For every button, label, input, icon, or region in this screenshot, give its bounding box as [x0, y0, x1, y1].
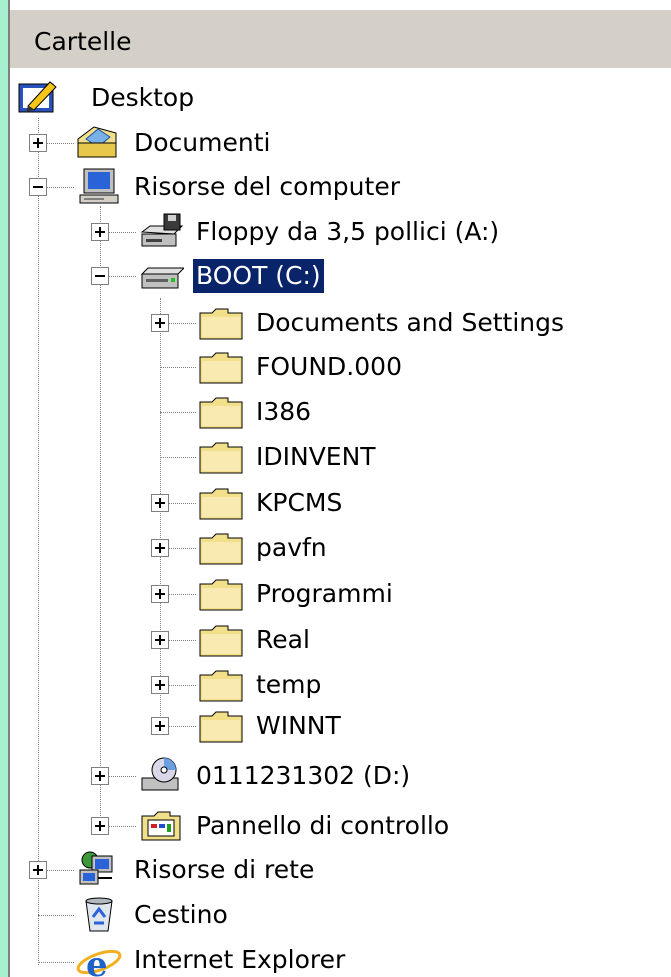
tree-item-folder[interactable]: Documents and Settings [198, 303, 668, 343]
tree-item-label: Internet Explorer [134, 945, 346, 974]
tree-item-folder[interactable]: Real [198, 620, 498, 660]
tree-line [38, 118, 39, 965]
tree-item-folder[interactable]: FOUND.000 [198, 347, 498, 387]
tree-item-label: Real [256, 625, 310, 654]
my-computer-icon [79, 168, 119, 204]
tree-item-label: I386 [256, 397, 312, 426]
tree-item-label: KPCMS [256, 488, 343, 517]
tree-item-folder[interactable]: pavfn [198, 528, 498, 568]
network-places-icon [79, 851, 113, 885]
tree-line [160, 412, 196, 413]
expand-toggle-winnt[interactable] [151, 717, 169, 735]
expand-toggle-cd-drive[interactable] [91, 767, 109, 785]
tree-item-label: pavfn [256, 533, 327, 562]
tree-item-label: Risorse del computer [134, 172, 400, 201]
tree-item-label-selected: BOOT (C:) [193, 259, 324, 293]
tree-item-folder[interactable]: temp [198, 665, 498, 705]
tree-item-pannello-controllo[interactable]: Pannello di controllo [138, 806, 538, 846]
tree-item-cd-drive[interactable]: 0111231302 (D:) [138, 756, 498, 796]
tree-line [160, 298, 161, 726]
tree-item-folder[interactable]: Programmi [198, 574, 498, 614]
tree-item-label: Documenti [134, 128, 271, 157]
tree-item-cestino[interactable]: Cestino [76, 895, 306, 935]
expand-toggle-pavfn[interactable] [151, 539, 169, 557]
folder-icon [199, 397, 243, 429]
tree-line [160, 367, 196, 368]
tree-item-desktop[interactable]: Desktop [16, 78, 246, 118]
expand-toggle-real[interactable] [151, 631, 169, 649]
tree-item-label: Documents and Settings [256, 308, 565, 337]
tree-item-label: IDINVENT [256, 442, 376, 471]
expand-toggle-floppy[interactable] [91, 223, 109, 241]
tree-item-risorse-computer[interactable]: Risorse del computer [76, 167, 476, 207]
folder-icon [199, 533, 243, 565]
tree-line [100, 206, 101, 830]
internet-explorer-icon: e [76, 945, 122, 977]
tree-item-folder[interactable]: IDINVENT [198, 437, 498, 477]
folder-icon [199, 488, 243, 520]
my-documents-icon [77, 126, 117, 158]
tree-line [38, 915, 74, 916]
expand-toggle-documenti[interactable] [29, 134, 47, 152]
tree-item-label: Risorse di rete [134, 855, 315, 884]
folder-icon [199, 711, 243, 743]
folder-icon [199, 579, 243, 611]
floppy-drive-icon [140, 213, 184, 247]
desktop-icon [18, 81, 57, 113]
collapse-toggle-boot[interactable] [91, 267, 109, 285]
tree-item-label: WINNT [256, 711, 341, 740]
expand-toggle-programmi[interactable] [151, 585, 169, 603]
expand-toggle-pannello[interactable] [91, 817, 109, 835]
tree-item-risorse-rete[interactable]: Risorse di rete [76, 850, 406, 890]
expand-toggle-kpcms[interactable] [151, 494, 169, 512]
hard-drive-icon [140, 267, 184, 289]
tree-item-label: Cestino [134, 900, 228, 929]
tree-item-label: FOUND.000 [256, 352, 402, 381]
folder-icon [199, 670, 243, 702]
tree-item-label: Programmi [256, 579, 393, 608]
folder-icon [199, 625, 243, 657]
tree-item-label: Floppy da 3,5 pollici (A:) [196, 217, 500, 246]
folder-tree: Desktop Documenti Risorse del computer F… [10, 0, 671, 977]
tree-line [38, 962, 74, 963]
svg-text:e: e [86, 945, 108, 977]
folder-icon [199, 352, 243, 384]
tree-item-folder[interactable]: WINNT [198, 706, 498, 746]
tree-item-boot-c[interactable]: BOOT (C:) [138, 256, 398, 296]
tree-item-label: Desktop [91, 83, 195, 112]
tree-item-floppy[interactable]: Floppy da 3,5 pollici (A:) [138, 212, 598, 252]
tree-item-label: Pannello di controllo [196, 811, 450, 840]
expand-toggle-risorse-rete[interactable] [29, 861, 47, 879]
tree-line [160, 457, 196, 458]
folder-icon [199, 308, 243, 340]
folder-icon [199, 442, 243, 474]
folders-pane: Cartelle Desktop Documenti Risorse del c… [8, 0, 671, 977]
tree-item-documenti[interactable]: Documenti [76, 123, 336, 163]
tree-item-folder[interactable]: KPCMS [198, 483, 498, 523]
expand-toggle-documents-and-settings[interactable] [151, 314, 169, 332]
tree-item-label: 0111231302 (D:) [196, 761, 411, 790]
expand-toggle-temp[interactable] [151, 676, 169, 694]
tree-item-folder[interactable]: I386 [198, 392, 498, 432]
control-panel-icon [141, 811, 181, 841]
tree-item-label: temp [256, 670, 322, 699]
cd-drive-icon [141, 757, 179, 791]
tree-item-internet-explorer[interactable]: e Internet Explorer [76, 940, 406, 977]
recycle-bin-icon [85, 897, 113, 932]
collapse-toggle-risorse-computer[interactable] [29, 178, 47, 196]
